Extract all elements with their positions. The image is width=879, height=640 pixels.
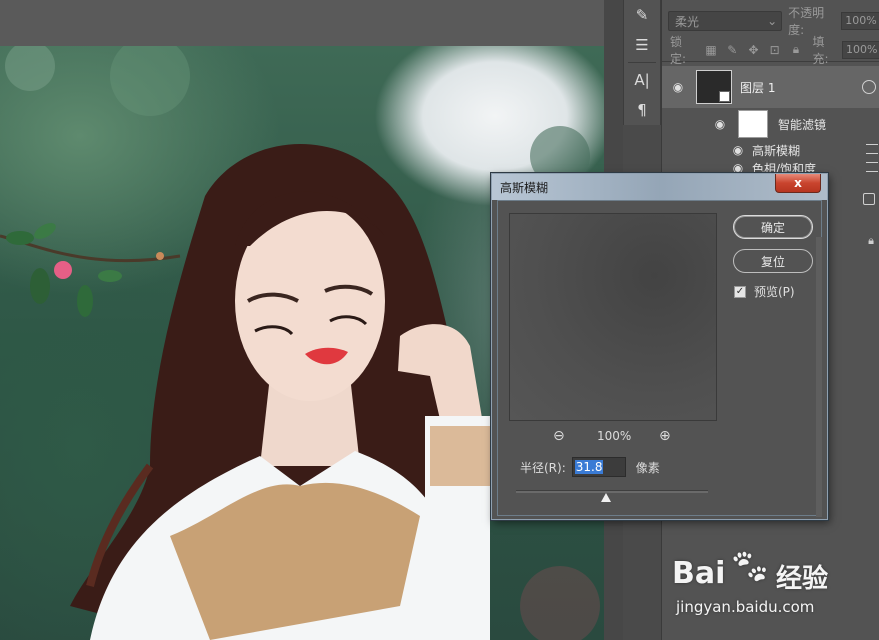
lock-fill-row: 锁定: ▦ ✎ ✥ ⊡ 🔒︎ 填充: 100% — [662, 35, 879, 66]
radius-row: 半径(R): 31.8 像素 — [520, 457, 660, 477]
radius-label: 半径(R): — [520, 460, 566, 475]
visibility-eye-icon[interactable]: ◉ — [670, 79, 686, 95]
lock-paint-icon[interactable]: ✎ — [726, 43, 739, 57]
preview-checkbox[interactable]: ✓ — [734, 285, 746, 298]
canvas-top-area — [0, 0, 604, 46]
blend-opacity-row: 柔光 ⌄ 不透明度: 100% — [662, 6, 879, 37]
zoom-row: ⊖ 100% ⊕ — [509, 428, 717, 444]
dialog-body: ⊖ 100% ⊕ 半径(R): 31.8 像素 确定 复位 ✓ 预览(P) — [497, 200, 822, 517]
smart-filter-eye-icon[interactable]: ◉ — [712, 116, 728, 132]
fill-label: 填充: — [812, 34, 829, 66]
layer-group-icon[interactable] — [863, 193, 875, 205]
layer-thumbnail — [696, 70, 732, 104]
lock-move-icon[interactable]: ✥ — [747, 43, 760, 57]
opacity-input[interactable]: 100% — [841, 12, 879, 30]
radius-input[interactable]: 31.8 — [571, 457, 626, 477]
zoom-out-icon[interactable]: ⊖ — [553, 428, 565, 444]
lock-label: 锁定: — [670, 34, 687, 66]
filter-eye-icon[interactable]: ◉ — [730, 142, 746, 158]
dialog-title: 高斯模糊 — [500, 181, 549, 195]
smart-filter-row[interactable]: ◉ 智能滤镜 — [662, 108, 879, 140]
lock-all-icon[interactable]: 🔒︎ — [789, 42, 802, 57]
zoom-in-icon[interactable]: ⊕ — [659, 428, 671, 444]
baidu-watermark: Bai 🐾︎ 经验 jingyan.baidu.com — [672, 548, 872, 623]
radius-slider-thumb[interactable] — [601, 493, 612, 502]
reset-button[interactable]: 复位 — [733, 249, 813, 273]
blend-mode-value: 柔光 — [675, 14, 700, 29]
chevron-down-icon: ⌄ — [767, 14, 778, 28]
lock-artboard-icon[interactable]: ⊡ — [768, 43, 781, 57]
watermark-brand-left: Bai — [672, 556, 726, 591]
character-icon[interactable]: A| — [624, 65, 660, 95]
watermark-brand-right: 经验 — [776, 564, 829, 594]
blur-preview-pane[interactable] — [509, 213, 717, 421]
watermark-url: jingyan.baidu.com — [676, 598, 815, 616]
dialog-scrollbar[interactable] — [816, 237, 822, 517]
layer-lock-icon: 🔒︎ — [868, 234, 874, 247]
radius-value: 31.8 — [574, 460, 604, 474]
dialog-titlebar[interactable]: 高斯模糊 x — [492, 174, 827, 200]
gaussian-blur-dialog: 高斯模糊 x ⊖ 100% ⊕ 半径(R): 31.8 像素 确定 复位 ✓ 预… — [491, 173, 828, 520]
adjust-sliders-icon[interactable]: ☰ — [624, 30, 660, 60]
tool-strip: ✎ ☰ A| ¶ — [623, 0, 661, 125]
ok-button[interactable]: 确定 — [733, 215, 813, 239]
paragraph-icon[interactable]: ¶ — [624, 95, 660, 125]
smart-object-badge-icon — [719, 91, 730, 102]
unit-label: 像素 — [635, 460, 660, 475]
close-button[interactable]: x — [775, 174, 821, 193]
preview-checkbox-row[interactable]: ✓ 预览(P) — [734, 283, 795, 300]
filter-options-icon[interactable] — [866, 144, 878, 154]
lock-transparent-icon[interactable]: ▦ — [704, 43, 717, 57]
filter-options-icon[interactable] — [866, 162, 878, 172]
paw-icon: 🐾︎ — [728, 547, 772, 587]
layer-link-icon[interactable] — [862, 80, 876, 94]
radius-slider-track[interactable] — [516, 490, 708, 493]
filter-name: 高斯模糊 — [752, 143, 801, 158]
brush-icon[interactable]: ✎ — [624, 0, 660, 30]
layer-row-main[interactable]: ◉ 图层 1 — [662, 66, 879, 108]
blend-mode-select[interactable]: 柔光 ⌄ — [668, 11, 783, 31]
preview-label: 预览(P) — [754, 285, 795, 299]
filter-row-gaussian[interactable]: ◉ 高斯模糊 — [662, 141, 879, 159]
smart-filter-mask-thumbnail[interactable] — [738, 110, 768, 138]
zoom-value: 100% — [597, 429, 632, 443]
smart-filter-label: 智能滤镜 — [778, 117, 827, 132]
fill-input[interactable]: 100% — [841, 40, 879, 59]
tool-separator — [628, 62, 656, 63]
layer-name: 图层 1 — [740, 80, 776, 95]
